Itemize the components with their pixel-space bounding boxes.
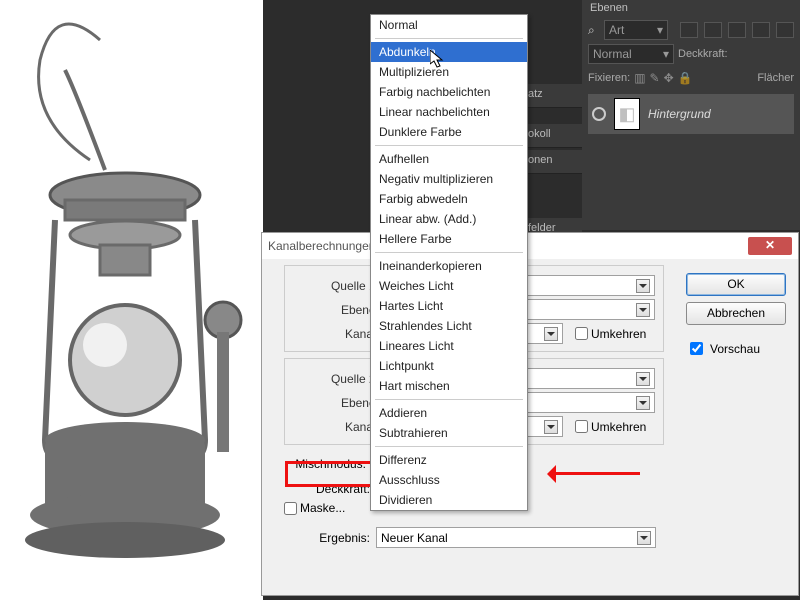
visibility-icon[interactable]: [592, 107, 606, 121]
menu-separator: [375, 145, 523, 146]
lock-icon[interactable]: ▥: [634, 71, 645, 85]
blend-menu-item[interactable]: Negativ multiplizieren: [371, 169, 527, 189]
lock-move-icon[interactable]: ✥: [664, 71, 674, 85]
blend-menu-item[interactable]: Linear abw. (Add.): [371, 209, 527, 229]
blend-menu-item[interactable]: Multiplizieren: [371, 62, 527, 82]
layer-label: Ebene:: [293, 396, 379, 410]
invert1-checkbox[interactable]: Umkehren: [575, 327, 646, 341]
fill-label: Flächer: [757, 72, 794, 84]
blend-menu-item[interactable]: Dunklere Farbe: [371, 122, 527, 142]
dialog-title: Kanalberechnungen: [268, 239, 375, 253]
canvas-area: [0, 0, 263, 600]
preview-checkbox-input[interactable]: [690, 342, 703, 355]
blend-menu-item[interactable]: Differenz: [371, 450, 527, 470]
source2-label: Quelle 2:: [293, 372, 379, 386]
blend-menu-item[interactable]: Ineinanderkopieren: [371, 256, 527, 276]
blend-menu-item[interactable]: Abdunkeln: [371, 42, 527, 62]
blend-menu-item[interactable]: Hellere Farbe: [371, 229, 527, 249]
ok-button[interactable]: OK: [686, 273, 786, 296]
mask-checkbox[interactable]: Maske...: [284, 501, 345, 515]
layer-thumbnail: ◧: [614, 98, 640, 130]
side-tab[interactable]: atz: [522, 84, 582, 108]
menu-separator: [375, 38, 523, 39]
blend-menu-item[interactable]: Weiches Licht: [371, 276, 527, 296]
menu-separator: [375, 252, 523, 253]
blend-menu-item[interactable]: Strahlendes Licht: [371, 316, 527, 336]
dialog-titlebar[interactable]: Kanalberechnungen ✕: [262, 233, 798, 259]
cancel-button[interactable]: Abbrechen: [686, 302, 786, 325]
blend-menu-item[interactable]: Dividieren: [371, 490, 527, 510]
side-tab[interactable]: okoll: [522, 124, 582, 148]
lock-all-icon[interactable]: 🔒: [678, 71, 693, 85]
layers-panel: Ebenen ⌕ Art▾ Normal▾ Deckkraft: Fixiere…: [582, 0, 800, 230]
layer-row-background[interactable]: ◧ Hintergrund: [588, 94, 794, 134]
lock-brush-icon[interactable]: ✎: [650, 71, 660, 85]
invert2-checkbox[interactable]: Umkehren: [575, 420, 646, 434]
side-tab[interactable]: onen: [522, 150, 582, 174]
filter-select[interactable]: Art▾: [604, 20, 668, 40]
preview-checkbox[interactable]: Vorschau: [686, 339, 786, 358]
blend-menu-item[interactable]: Ausschluss: [371, 470, 527, 490]
lock-label: Fixieren:: [588, 72, 630, 84]
blend-menu-item[interactable]: Normal: [371, 15, 527, 35]
result-select[interactable]: Neuer Kanal: [376, 527, 656, 548]
highlight-arrow-horizontal: [550, 472, 640, 475]
mask-input[interactable]: [284, 502, 297, 515]
blend-menu-item[interactable]: Lineares Licht: [371, 336, 527, 356]
mixmode-label: Mischmodus:: [284, 453, 370, 475]
menu-separator: [375, 446, 523, 447]
invert1-input[interactable]: [575, 327, 588, 340]
blend-menu-item[interactable]: Addieren: [371, 403, 527, 423]
invert2-input[interactable]: [575, 420, 588, 433]
search-icon: ⌕: [588, 23, 600, 38]
channel-label: Kanal:: [293, 420, 379, 434]
layers-panel-title: Ebenen: [582, 0, 800, 18]
channel-calculations-dialog: Kanalberechnungen ✕ OK Abbrechen Vorscha…: [261, 232, 799, 596]
layer-name: Hintergrund: [648, 107, 711, 121]
filter-icons[interactable]: [672, 22, 794, 38]
close-button[interactable]: ✕: [748, 237, 792, 255]
result-label: Ergebnis:: [284, 531, 370, 545]
blend-menu-item[interactable]: Lichtpunkt: [371, 356, 527, 376]
source1-label: Quelle 1:: [293, 279, 379, 293]
blend-menu-item[interactable]: Farbig abwedeln: [371, 189, 527, 209]
lantern-image: [5, 10, 255, 580]
opacity-label: Deckkraft:: [678, 48, 728, 60]
blend-menu-item[interactable]: Aufhellen: [371, 149, 527, 169]
menu-separator: [375, 399, 523, 400]
layer-blend-select[interactable]: Normal▾: [588, 44, 674, 64]
blend-menu-item[interactable]: Subtrahieren: [371, 423, 527, 443]
blend-menu-item[interactable]: Farbig nachbelichten: [371, 82, 527, 102]
channel-label: Kanal:: [293, 327, 379, 341]
blend-menu-item[interactable]: Linear nachbelichten: [371, 102, 527, 122]
blend-menu-item[interactable]: Hart mischen: [371, 376, 527, 396]
blend-menu-item[interactable]: Hartes Licht: [371, 296, 527, 316]
blend-mode-menu[interactable]: Normal AbdunkelnMultiplizierenFarbig nach…: [370, 14, 528, 511]
opacity-label: Deckkraft:: [284, 482, 370, 496]
layer-label: Ebene:: [293, 303, 379, 317]
